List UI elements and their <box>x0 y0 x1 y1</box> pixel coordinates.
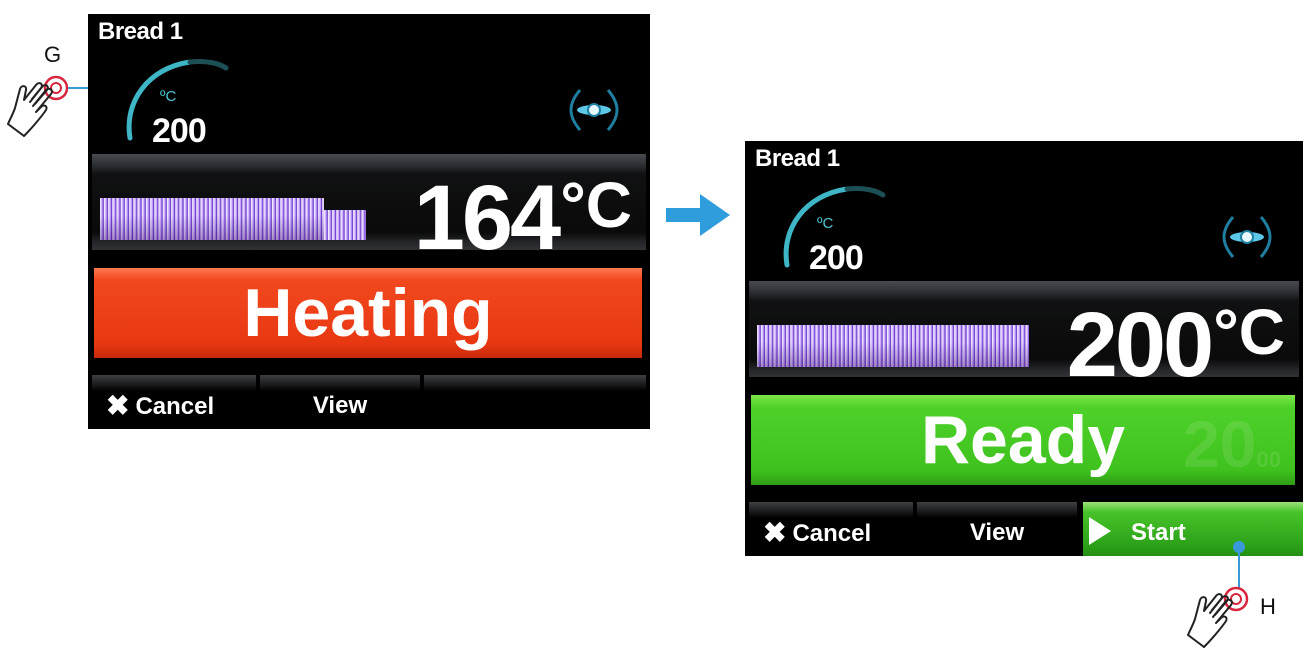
setpoint-unit: ºC <box>817 215 834 232</box>
callout-label-g: G <box>44 42 62 67</box>
arrow-right-icon <box>666 194 730 236</box>
temperature-panel: 164°C <box>92 154 646 269</box>
softkey-bar: ✖ Cancel View <box>92 375 646 429</box>
view-label: View <box>312 392 368 419</box>
fan-icon <box>1222 216 1272 258</box>
temperature-bar <box>757 325 1029 367</box>
view-button[interactable]: View <box>260 375 420 429</box>
callout-label-h: H <box>1260 594 1276 619</box>
play-icon <box>1089 517 1111 545</box>
program-title: Bread 1 <box>755 145 840 172</box>
view-button[interactable]: View <box>917 502 1077 556</box>
oven-screen-ready: Bread 1 ºC 200 200°C Ready 2000 ✖ Cancel … <box>745 141 1303 556</box>
status-text: Ready <box>920 402 1126 478</box>
setpoint-dial[interactable]: ºC 200 <box>112 50 232 150</box>
softkey-bar: ✖ Cancel View Start <box>749 502 1303 556</box>
oven-screen-heating: Bread 1 ºC 200 164°C Heating ✖ Cancel Vie… <box>88 14 650 429</box>
temperature-panel: 200°C <box>749 281 1299 396</box>
start-label: Start <box>1131 519 1186 546</box>
fan-icon <box>569 89 619 131</box>
current-temperature: 200°C <box>1067 293 1285 398</box>
cancel-label: Cancel <box>792 520 872 547</box>
current-temperature: 164°C <box>414 166 632 271</box>
cancel-label: Cancel <box>135 393 215 420</box>
close-icon: ✖ <box>106 390 130 421</box>
cancel-button[interactable]: ✖ Cancel <box>749 502 913 556</box>
timer-ghost-value: 20 <box>1183 407 1257 481</box>
program-title: Bread 1 <box>98 18 183 45</box>
touch-hand-icon <box>1187 586 1249 648</box>
cancel-button[interactable]: ✖ Cancel <box>92 375 256 429</box>
current-temp-value: 164 <box>413 167 561 269</box>
setpoint-value: 200 <box>152 112 207 150</box>
setpoint-dial[interactable]: ºC 200 <box>769 177 889 277</box>
temperature-bar <box>100 198 324 240</box>
current-temp-value: 200 <box>1066 294 1214 396</box>
timer-ghost-small: 00 <box>1256 447 1281 472</box>
status-banner: Ready 2000 <box>751 395 1295 485</box>
current-temp-unit: °C <box>560 169 632 241</box>
empty-softkey[interactable] <box>424 375 646 429</box>
view-label: View <box>969 519 1025 546</box>
touch-hand-icon <box>7 75 69 137</box>
setpoint-unit: ºC <box>160 88 177 105</box>
close-icon: ✖ <box>763 517 787 548</box>
temperature-bar-tail <box>324 210 366 240</box>
status-text: Heating <box>243 275 493 351</box>
status-banner: Heating <box>94 268 642 358</box>
timer-ghost: 2000 <box>1183 399 1281 485</box>
current-temp-unit: °C <box>1213 296 1285 368</box>
setpoint-value: 200 <box>809 239 864 277</box>
start-button[interactable]: Start <box>1083 502 1303 556</box>
